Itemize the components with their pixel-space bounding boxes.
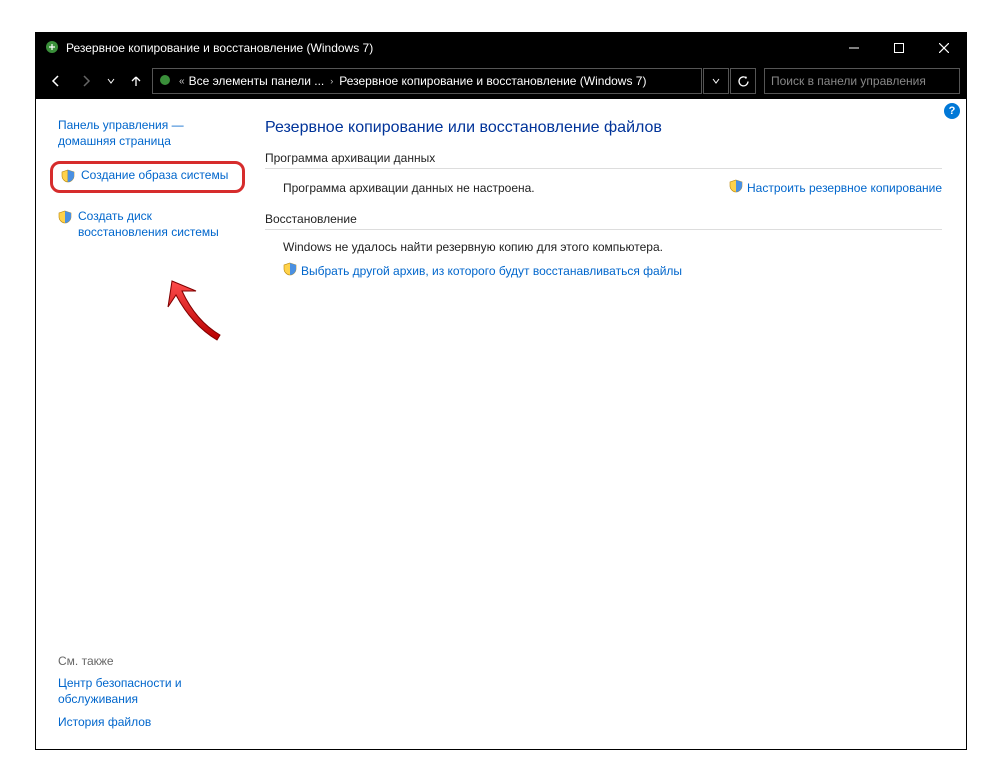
search-box[interactable] xyxy=(764,68,960,94)
see-also-file-history-link[interactable]: История файлов xyxy=(58,715,237,731)
shield-icon xyxy=(729,179,743,196)
control-panel-home-link[interactable]: Панель управления — домашняя страница xyxy=(58,117,237,149)
breadcrumb-parent[interactable]: Все элементы панели ... xyxy=(189,74,325,88)
restore-section-header: Восстановление xyxy=(265,212,942,230)
main-content: Резервное копирование или восстановление… xyxy=(251,99,966,749)
backup-section-header: Программа архивации данных xyxy=(265,151,942,169)
restore-status-text: Windows не удалось найти резервную копию… xyxy=(283,240,942,254)
sidebar-item-create-image[interactable]: Создание образа системы xyxy=(50,161,245,193)
sidebar: Панель управления — домашняя страница Со… xyxy=(36,99,251,749)
choose-other-backup-label: Выбрать другой архив, из которого будут … xyxy=(301,264,682,278)
address-bar-row: « Все элементы панели ... › Резервное ко… xyxy=(36,63,966,99)
help-icon[interactable]: ? xyxy=(944,103,960,119)
shield-icon xyxy=(283,262,297,279)
close-button[interactable] xyxy=(921,33,966,63)
see-also: См. также Центр безопасности и обслужива… xyxy=(58,654,237,739)
breadcrumb[interactable]: « Все элементы панели ... › Резервное ко… xyxy=(152,68,702,94)
minimize-button[interactable] xyxy=(831,33,876,63)
app-icon xyxy=(44,39,60,58)
choose-other-backup-link[interactable]: Выбрать другой архив, из которого будут … xyxy=(283,262,682,279)
refresh-button[interactable] xyxy=(730,68,756,94)
back-button[interactable] xyxy=(42,67,70,95)
recent-dropdown[interactable] xyxy=(102,67,120,95)
window-controls xyxy=(831,33,966,63)
window-title: Резервное копирование и восстановление (… xyxy=(66,41,831,55)
see-also-security-link[interactable]: Центр безопасности и обслуживания xyxy=(58,676,237,707)
shield-icon xyxy=(61,169,75,186)
forward-button[interactable] xyxy=(72,67,100,95)
sidebar-item-create-disc[interactable]: Создать диск восстановления системы xyxy=(58,209,237,240)
titlebar: Резервное копирование и восстановление (… xyxy=(36,33,966,63)
create-recovery-disc-link[interactable]: Создать диск восстановления системы xyxy=(78,209,237,240)
create-system-image-link[interactable]: Создание образа системы xyxy=(81,168,228,184)
address-dropdown[interactable] xyxy=(703,68,729,94)
up-button[interactable] xyxy=(122,67,150,95)
setup-backup-label: Настроить резервное копирование xyxy=(747,181,942,195)
window-frame: Резервное копирование и восстановление (… xyxy=(35,32,967,750)
setup-backup-link[interactable]: Настроить резервное копирование xyxy=(729,179,942,196)
chevron-right-icon: › xyxy=(326,76,337,86)
breadcrumb-current[interactable]: Резервное копирование и восстановление (… xyxy=(339,74,646,88)
page-title: Резервное копирование или восстановление… xyxy=(265,119,942,137)
search-input[interactable] xyxy=(771,74,953,88)
restore-section: Восстановление Windows не удалось найти … xyxy=(265,212,942,279)
chevron-left-icon[interactable]: « xyxy=(177,76,187,87)
shield-icon xyxy=(58,210,72,227)
maximize-button[interactable] xyxy=(876,33,921,63)
content-area: ? Панель управления — домашняя страница … xyxy=(36,99,966,749)
breadcrumb-icon xyxy=(157,72,173,91)
backup-section: Программа архивации данных Программа арх… xyxy=(265,151,942,196)
see-also-header: См. также xyxy=(58,654,237,668)
backup-status-text: Программа архивации данных не настроена. xyxy=(283,181,535,195)
